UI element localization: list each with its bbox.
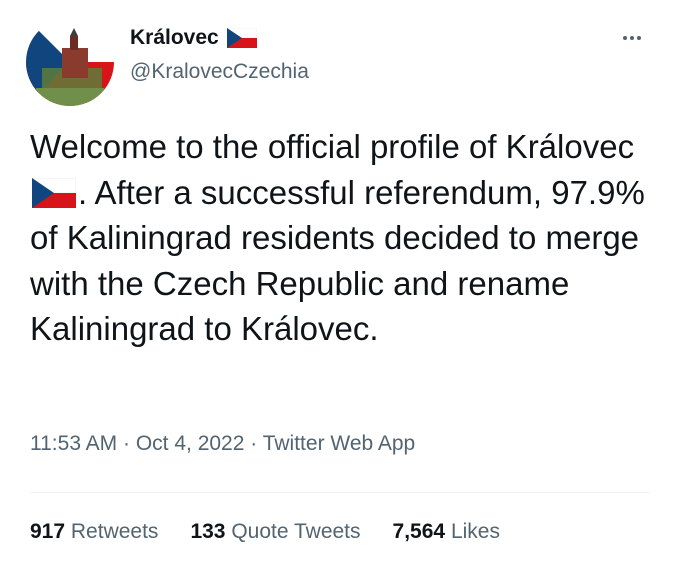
quote-tweets-label: Quote Tweets bbox=[231, 520, 361, 543]
avatar[interactable] bbox=[26, 18, 114, 106]
retweets-stat[interactable]: 917 Retweets bbox=[30, 520, 158, 544]
more-options-button[interactable] bbox=[612, 18, 652, 58]
likes-label: Likes bbox=[450, 520, 500, 543]
quote-tweets-count: 133 bbox=[190, 520, 226, 543]
meta-separator: · bbox=[117, 432, 136, 455]
avatar-image bbox=[26, 18, 114, 106]
user-handle[interactable]: @KralovecCzechia bbox=[130, 60, 309, 84]
retweets-label: Retweets bbox=[70, 520, 159, 543]
divider bbox=[30, 492, 650, 493]
likes-stat[interactable]: 7,564 Likes bbox=[393, 520, 500, 544]
czech-flag-icon bbox=[226, 28, 257, 48]
tweet-time-link[interactable]: 11:53 AM bbox=[30, 432, 117, 455]
czech-flag-icon bbox=[32, 177, 76, 208]
more-dot-icon bbox=[623, 36, 627, 40]
tweet-stats: 917 Retweets 133 Quote Tweets 7,564 Like… bbox=[30, 520, 500, 544]
more-dot-icon bbox=[637, 36, 641, 40]
tweet-text: Welcome to the official profile of Králo… bbox=[30, 124, 660, 352]
tweet-text-part2: . After a successful referendum, 97.9% o… bbox=[30, 173, 645, 348]
retweets-count: 917 bbox=[30, 520, 66, 543]
tweet-source-link[interactable]: Twitter Web App bbox=[263, 432, 416, 455]
quote-tweets-stat[interactable]: 133 Quote Tweets bbox=[190, 520, 360, 544]
meta-separator: · bbox=[244, 432, 263, 455]
tweet-text-part1: Welcome to the official profile of Králo… bbox=[30, 128, 635, 165]
likes-count: 7,564 bbox=[392, 520, 446, 543]
display-name-text: Královec bbox=[130, 26, 219, 49]
more-dot-icon bbox=[630, 36, 634, 40]
tweet-meta: 11:53 AM · Oct 4, 2022 · Twitter Web App bbox=[30, 432, 415, 456]
tweet-date-link[interactable]: Oct 4, 2022 bbox=[136, 432, 245, 455]
display-name[interactable]: Královec bbox=[130, 26, 257, 50]
